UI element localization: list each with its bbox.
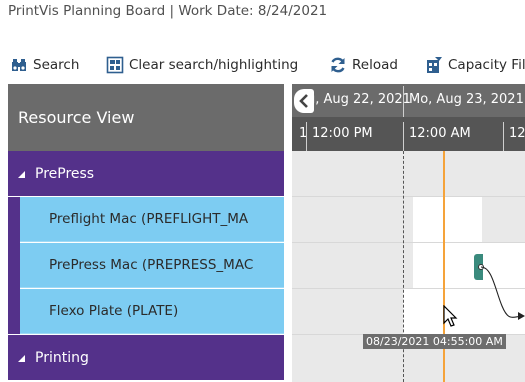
group-row-prepress[interactable]: PrePress bbox=[8, 151, 284, 196]
toolbar: Search Clear search/highlighting Reload … bbox=[0, 50, 525, 80]
clear-highlight-icon bbox=[106, 56, 124, 74]
mouse-cursor-icon bbox=[443, 305, 458, 327]
search-label: Search bbox=[33, 57, 80, 73]
collapse-triangle-icon[interactable] bbox=[18, 355, 25, 362]
group-label: Printing bbox=[35, 349, 89, 366]
collapse-triangle-icon[interactable] bbox=[18, 171, 25, 178]
clear-search-label: Clear search/highlighting bbox=[129, 57, 299, 73]
search-button[interactable]: Search bbox=[10, 54, 79, 76]
resource-row-prepress-mac[interactable]: PrePress Mac (PREPRESS_MAC bbox=[20, 243, 284, 288]
clear-search-button[interactable]: Clear search/highlighting bbox=[106, 54, 298, 76]
group-row-printing[interactable]: Printing bbox=[8, 335, 284, 380]
resource-row-preflight[interactable]: Preflight Mac (PREFLIGHT_MA bbox=[20, 197, 284, 242]
reload-label: Reload bbox=[352, 57, 398, 73]
app-title: PrintVis Planning Board | Work Date: 8/2… bbox=[8, 3, 328, 19]
capacity-filter-button[interactable]: Capacity Fil bbox=[425, 54, 525, 76]
group-indent-strip bbox=[8, 197, 20, 334]
group-label: PrePress bbox=[35, 165, 95, 182]
capacity-filter-label: Capacity Fil bbox=[448, 57, 525, 73]
reload-button[interactable]: Reload bbox=[329, 54, 398, 76]
resource-row-flexo-plate[interactable]: Flexo Plate (PLATE) bbox=[20, 289, 284, 334]
resource-view-header: Resource View bbox=[8, 84, 284, 151]
binoculars-icon bbox=[10, 56, 28, 74]
time-tooltip: 08/23/2021 04:55:00 AM bbox=[363, 334, 506, 349]
reload-icon bbox=[329, 56, 347, 74]
capacity-filter-icon bbox=[425, 56, 443, 74]
